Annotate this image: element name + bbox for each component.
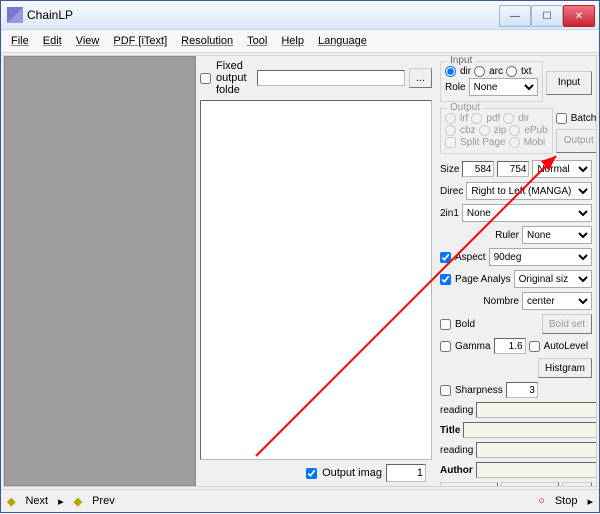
output-button[interactable]: Output: [556, 129, 597, 153]
page-analys-checkbox[interactable]: [440, 274, 451, 285]
direc-select[interactable]: Right to Left (MANGA): [466, 182, 592, 200]
aspect-label: Aspect: [455, 252, 486, 263]
stop-icon: ○: [538, 495, 545, 507]
maximize-button[interactable]: ☐: [531, 5, 563, 27]
ruler-label: Ruler: [495, 230, 519, 241]
menu-file[interactable]: File: [11, 35, 29, 47]
title-label: Title: [440, 425, 460, 436]
2in1-label: 2in1: [440, 208, 459, 219]
fixed-output-label: Fixed output folde: [216, 60, 253, 96]
menu-tool[interactable]: Tool: [247, 35, 267, 47]
nombre-label: Nombre: [483, 296, 519, 307]
ruler-select[interactable]: None: [522, 226, 592, 244]
autolevel-label: AutoLevel: [544, 341, 588, 352]
2in1-select[interactable]: None: [462, 204, 592, 222]
prev-button[interactable]: Prev: [92, 495, 115, 507]
output-imag-label: Output imag: [322, 467, 382, 479]
size-mode-select[interactable]: Normal: [532, 160, 592, 178]
input-group-label: Input: [447, 55, 475, 66]
gamma-value[interactable]: [494, 338, 526, 354]
reading1-label: reading: [440, 405, 473, 416]
reading2-label: reading: [440, 445, 473, 456]
menu-view[interactable]: View: [76, 35, 100, 47]
author-label: Author: [440, 465, 473, 476]
out-cbz: [445, 125, 456, 136]
out-lrf: [445, 113, 456, 124]
direc-label: Direc: [440, 186, 463, 197]
page-analys-label: Page Analys: [455, 274, 511, 285]
out-zip: [479, 125, 490, 136]
docinfo-button[interactable]: Doc Info: [501, 482, 559, 487]
next-icon: ◆: [7, 495, 15, 508]
title-field[interactable]: [463, 422, 597, 438]
menu-language[interactable]: Language: [318, 35, 367, 47]
output-imag-spinner[interactable]: 1: [386, 464, 426, 482]
nombre-select[interactable]: center: [522, 292, 592, 310]
minimize-button[interactable]: —: [499, 5, 531, 27]
sharpness-value[interactable]: [506, 382, 538, 398]
gamma-label: Gamma: [455, 341, 491, 352]
menu-resolution[interactable]: Resolution: [181, 35, 233, 47]
batch-checkbox[interactable]: [556, 113, 567, 124]
out-mobi: [509, 137, 520, 148]
aspect-checkbox[interactable]: [440, 252, 451, 263]
sharpness-label: Sharpness: [455, 385, 503, 396]
size-h[interactable]: [497, 161, 529, 177]
rev-button[interactable]: Rev: [562, 482, 592, 487]
toc-button[interactable]: TOC: [440, 482, 498, 487]
aspect-select[interactable]: 90deg: [489, 248, 592, 266]
next-button[interactable]: Next: [25, 495, 48, 507]
out-epub: [509, 125, 520, 136]
menu-pdf[interactable]: PDF [iText]: [113, 35, 167, 47]
menu-bar: File Edit View PDF [iText] Resolution To…: [1, 30, 599, 53]
fixed-output-path[interactable]: [257, 70, 405, 86]
autolevel-checkbox[interactable]: [529, 341, 540, 352]
input-type-txt[interactable]: [506, 66, 517, 77]
close-button[interactable]: ✕: [563, 5, 595, 27]
browse-button[interactable]: ...: [409, 68, 432, 88]
reading2-field[interactable]: [476, 442, 597, 458]
output-group-label: Output: [447, 102, 483, 113]
input-button[interactable]: Input: [546, 71, 592, 95]
size-label: Size: [440, 164, 459, 175]
gamma-checkbox[interactable]: [440, 341, 451, 352]
bold-checkbox[interactable]: [440, 319, 451, 330]
bold-label: Bold: [455, 319, 475, 330]
app-icon: [7, 7, 23, 23]
menu-edit[interactable]: Edit: [43, 35, 62, 47]
prev-icon: ◆: [74, 495, 82, 508]
output-imag-checkbox[interactable]: [306, 468, 317, 479]
menu-help[interactable]: Help: [281, 35, 304, 47]
stop-button[interactable]: Stop: [555, 495, 578, 507]
page-analys-select[interactable]: Original siz: [514, 270, 592, 288]
window-title: ChainLP: [27, 8, 73, 22]
histgram-button[interactable]: Histgram: [538, 358, 592, 378]
role-label: Role: [445, 82, 466, 93]
input-type-arc[interactable]: [474, 66, 485, 77]
file-list[interactable]: [200, 100, 432, 460]
reading1-field[interactable]: [476, 402, 597, 418]
sharpness-checkbox[interactable]: [440, 385, 451, 396]
input-type-dir[interactable]: [445, 66, 456, 77]
out-pdf: [471, 113, 482, 124]
out-dir: [503, 113, 514, 124]
split-page-checkbox: [445, 137, 456, 148]
bold-set-button[interactable]: Bold set: [542, 314, 592, 334]
preview-pane: [4, 56, 196, 486]
author-field[interactable]: [476, 462, 597, 478]
fixed-output-checkbox[interactable]: [200, 73, 211, 84]
size-w[interactable]: [462, 161, 494, 177]
role-select[interactable]: None: [469, 78, 538, 96]
